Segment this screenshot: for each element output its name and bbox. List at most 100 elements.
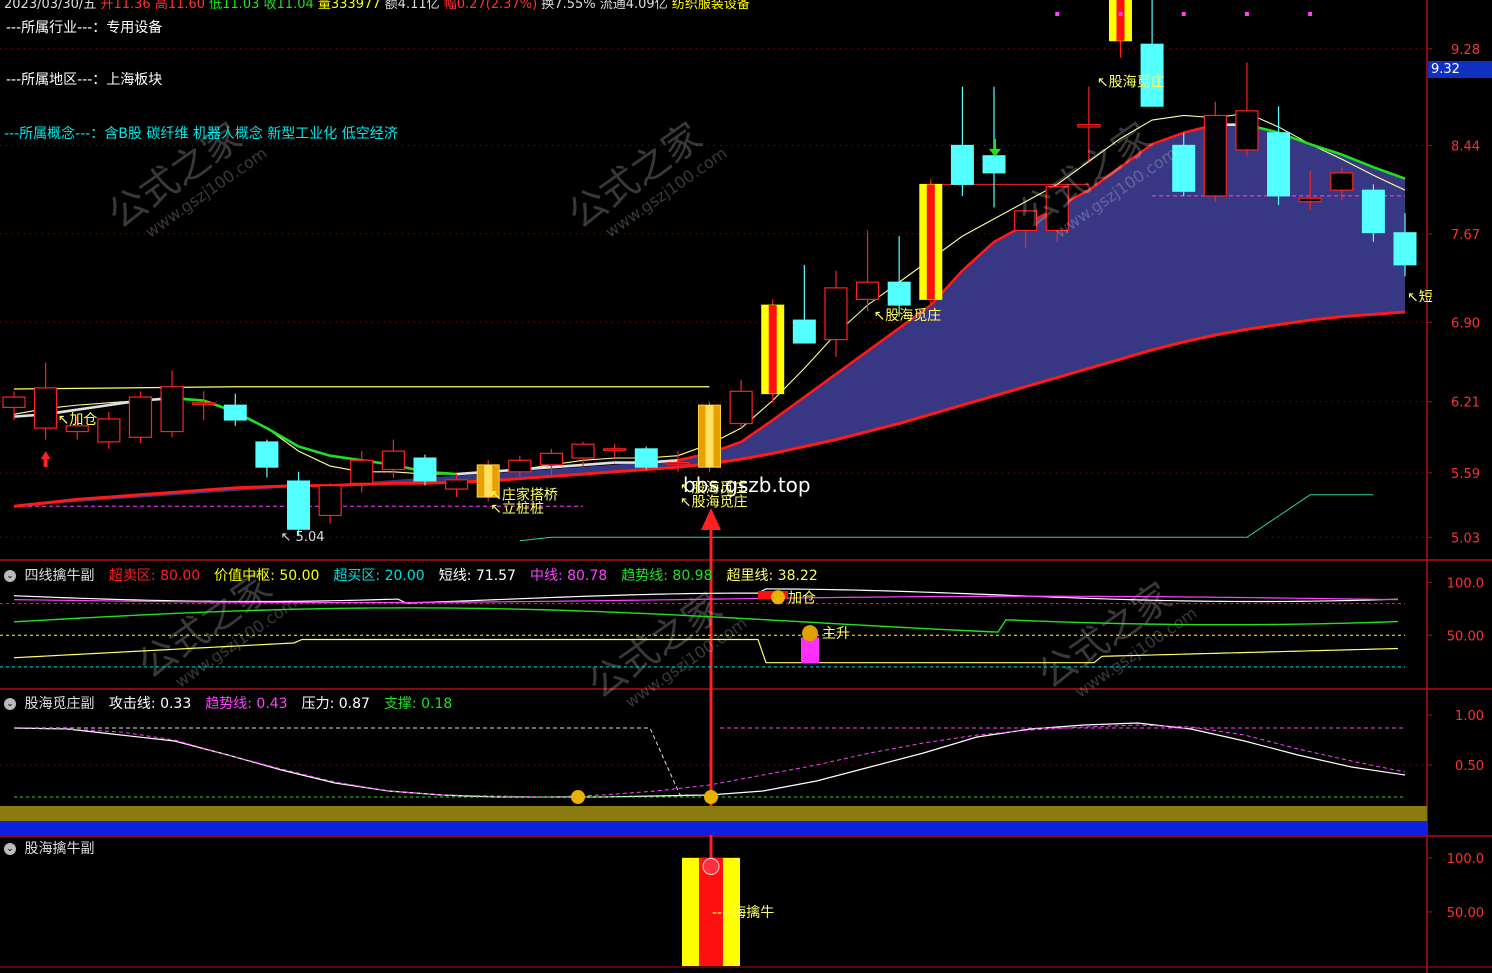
- osc-tick-label: 100.0: [1447, 577, 1484, 592]
- legend-value: 0.18: [421, 696, 453, 712]
- band-blue: [0, 821, 1427, 835]
- quote-volume: 量333977: [317, 0, 381, 12]
- candle-body: [571, 443, 595, 459]
- candle-body: [666, 461, 690, 465]
- panel-header-siline[interactable]: ⌄ 四线擒牛副 超卖区: 80.00 价值中枢: 50.00 超买区: 20.00 短…: [4, 565, 830, 585]
- quote-amount: 额4.11亿: [384, 0, 440, 12]
- zhuang-label: ↖股海觅庄: [1097, 74, 1165, 91]
- candle-body: [603, 448, 627, 451]
- legend-item: 趋势线: 80.98: [621, 568, 713, 584]
- osc3-tick-label: 100.0: [1447, 852, 1484, 867]
- price-tick-label: 5.59: [1451, 467, 1480, 482]
- legend-value: 80.78: [567, 568, 608, 584]
- candle-body: [824, 287, 848, 341]
- pressure2-line: [14, 727, 712, 796]
- candle-core: [705, 405, 714, 468]
- legend-item: 趋势线: 0.43: [205, 696, 288, 712]
- candle-body: [1235, 110, 1259, 151]
- panel-header-qinniu[interactable]: ⌄ 股海擒牛副: [4, 838, 98, 858]
- quote-float: 流通4.09亿: [599, 0, 668, 12]
- top-dot: [1308, 12, 1313, 16]
- candle-body: [508, 459, 532, 473]
- legend-item: 压力: 0.87: [301, 696, 370, 712]
- candle-body: [223, 404, 247, 421]
- butterfly-icon: [702, 857, 720, 875]
- panel-header-guhai[interactable]: ⌄ 股海觅庄副 攻击线: 0.33 趋势线: 0.43 压力: 0.87 支撑: 0.…: [4, 693, 464, 713]
- panel-title-siline: 四线擒牛副: [24, 568, 95, 584]
- candle-body: [318, 484, 342, 517]
- region-line: ---所属地区---：上海板块: [6, 69, 162, 89]
- price-tick-label: 5.03: [1451, 531, 1480, 546]
- band-olive: [0, 806, 1427, 821]
- top-dot: [1244, 12, 1249, 16]
- chart-canvas[interactable]: 9.288.447.676.906.215.595.03↖ 9.91↖ 5.04…: [0, 0, 1492, 973]
- candle-body: [381, 450, 405, 471]
- candle-body: [160, 386, 184, 433]
- industry-label: ---所属行业---：: [6, 20, 107, 36]
- legend-value: 0.87: [338, 696, 370, 712]
- quote-change: 幅0.27(2.37%): [443, 0, 538, 12]
- legend-value: 20.00: [384, 568, 425, 584]
- candle-body: [1298, 197, 1322, 203]
- collapse-chevron-icon[interactable]: ⌄: [4, 843, 16, 855]
- current-price-value: 9.32: [1431, 62, 1460, 77]
- panel-title-guhai: 股海觅庄副: [24, 696, 95, 712]
- legend-value: 80.00: [160, 568, 201, 584]
- industry-value: 专用设备: [106, 20, 163, 36]
- candle-body: [539, 452, 564, 466]
- industry-line: ---所属行业---：专用设备: [6, 17, 162, 37]
- down-arrow-icon: [989, 138, 1002, 157]
- qinniu-signal-label: ----海擒牛: [712, 904, 774, 921]
- candle-body: [287, 480, 311, 530]
- legend-value: 38.22: [777, 568, 818, 584]
- quote-turnover: 换7.55%: [541, 0, 596, 12]
- candle-body: [34, 387, 58, 429]
- quote-sector: 纺织服装设备: [671, 0, 750, 12]
- legend-item: 支撑: 0.18: [383, 696, 453, 712]
- candle-body: [413, 457, 437, 482]
- money-bag-icon: [571, 790, 585, 804]
- candle-core: [926, 184, 935, 300]
- quote-low: 低11.03: [209, 0, 260, 12]
- candle-core: [768, 305, 777, 394]
- current-price-badge: 9.32: [1428, 61, 1492, 78]
- watermark: 公式之家www.gszj100.com: [560, 114, 730, 241]
- concept-value: 含B股 碳纤维 机器人概念 新型工业化 低空经济: [104, 126, 398, 142]
- candle-body: [2, 396, 26, 409]
- legend-item: 价值中枢: 50.00: [214, 568, 320, 584]
- chart-window: 9.288.447.676.906.215.595.03↖ 9.91↖ 5.04…: [0, 0, 1492, 973]
- collapse-chevron-icon[interactable]: ⌄: [4, 570, 16, 582]
- candle-core: [1116, 0, 1125, 41]
- candle-body: [1172, 144, 1196, 192]
- signal-arrow-head: [701, 508, 721, 530]
- money-bag-icon: [771, 590, 785, 605]
- legend-value: 0.43: [256, 696, 288, 712]
- legend-value: 71.57: [475, 568, 516, 584]
- candle-body: [855, 281, 880, 300]
- candle-body: [192, 402, 216, 405]
- quote-high: 高11.60: [154, 0, 206, 12]
- candle-body: [128, 396, 153, 438]
- legend-item: 中线: 80.78: [529, 568, 608, 584]
- candle-body: [97, 418, 121, 443]
- quote-close: 收11.04: [263, 0, 314, 12]
- candle-body: [982, 155, 1006, 174]
- add-position-label: ↖加仓: [58, 412, 98, 428]
- price-tick-label: 7.67: [1451, 228, 1480, 243]
- legend-guhai: 攻击线: 0.33 趋势线: 0.43 压力: 0.87 支撑: 0.18: [103, 696, 460, 712]
- candle-body: [729, 390, 753, 425]
- mid-ma-segment: [329, 454, 362, 462]
- candle-body: [1393, 232, 1417, 266]
- legend-item: 超卖区: 80.00: [108, 568, 201, 584]
- collapse-chevron-icon[interactable]: ⌄: [4, 698, 16, 710]
- candle-body: [1361, 189, 1385, 234]
- mid-ma-segment: [582, 461, 615, 467]
- osc-jiacang-label: 加仓: [788, 590, 816, 606]
- top-dot: [1055, 12, 1060, 16]
- osc-zhusheng-label: 主升: [822, 626, 850, 642]
- top-dot: [1181, 12, 1186, 16]
- concept-line: ---所属概念---：含B股 碳纤维 机器人概念 新型工业化 低空经济: [4, 123, 398, 143]
- region-value: 上海板块: [106, 72, 163, 88]
- region-label: ---所属地区---：: [6, 72, 107, 88]
- main-rise-bar: [801, 637, 819, 664]
